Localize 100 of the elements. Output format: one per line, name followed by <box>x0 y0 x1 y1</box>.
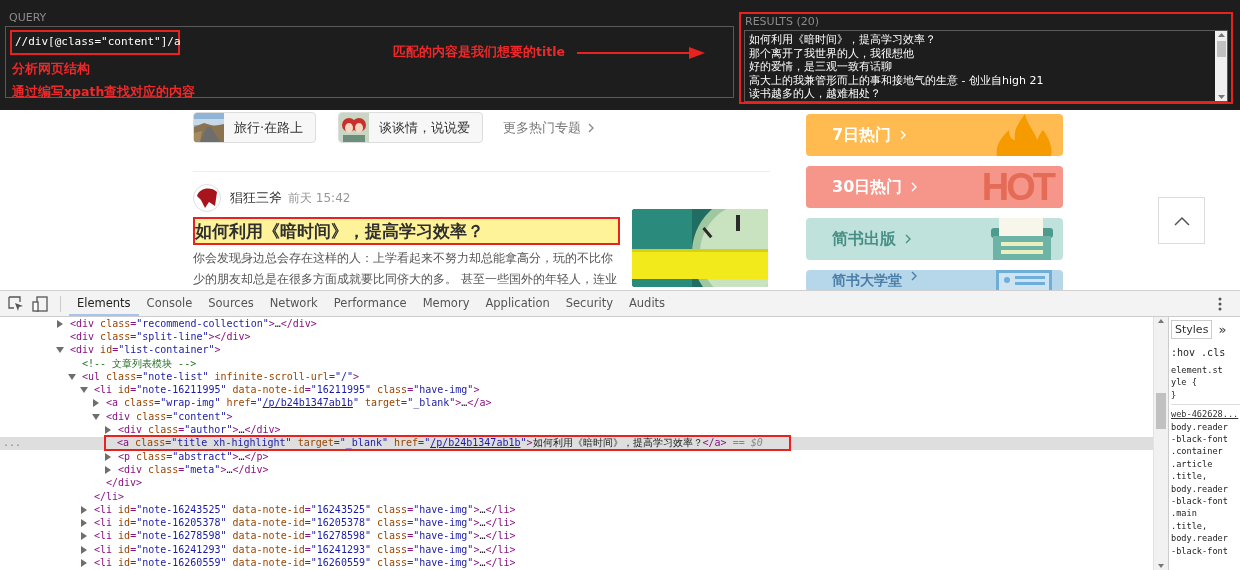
code-line: <div class="split-line"></div> <box>69 329 252 344</box>
dom-tree-row[interactable]: <p class="abstract">…</p> <box>0 449 1153 464</box>
code-line: <li id="note-16211995" data-note-id="16211995" class="have-img"> <box>93 383 481 398</box>
devtools-tab[interactable]: Security <box>557 291 621 316</box>
collapsed-triangle-icon[interactable] <box>80 532 88 541</box>
code-line: <a class="wrap-img" href="/p/b24b1347ab1b" target="_blank">…</a> <box>105 396 493 411</box>
collapsed-triangle-icon[interactable] <box>80 545 88 554</box>
css-selector-line: } <box>1171 388 1178 402</box>
query-label: QUERY <box>8 10 48 26</box>
author-name[interactable]: 猖狂三斧 <box>230 189 282 207</box>
css-selector-line: .article <box>1171 457 1214 471</box>
topic-button[interactable]: 旅行·在路上 <box>193 112 317 143</box>
code-line: <ul class="note-list" infinite-scroll-url="/"> <box>81 369 360 384</box>
scrollbar[interactable] <box>1215 31 1227 101</box>
devtools-tab[interactable]: Audits <box>620 291 674 316</box>
result-line: 如何利用《暗时间》，提高学习效率？ <box>749 33 937 47</box>
dom-tree-row[interactable]: <div class="split-line"></div> <box>0 330 1153 344</box>
scroll-up-icon[interactable] <box>1215 31 1227 39</box>
collapsed-triangle-icon[interactable] <box>104 465 112 474</box>
css-selector-line: -black-font <box>1171 544 1229 558</box>
dom-tree-row[interactable]: <div id="list-container"> <box>0 343 1153 357</box>
dom-tree-row[interactable]: <div class="author">…</div> <box>0 423 1153 437</box>
annotation-text: 通过编写xpath查找对应的内容 <box>11 84 196 101</box>
more-topics-link[interactable]: 更多热门专题 <box>503 118 597 137</box>
topic-button[interactable]: 谈谈情，说说爱 <box>338 112 484 143</box>
collapsed-triangle-icon[interactable] <box>56 319 64 328</box>
results-textarea[interactable]: 如何利用《暗时间》，提高学习效率？ 那个离开了我世界的人，我很想他 好的爱情，是三观一致有话聊 高大上的我兼管形而上的事和接地气的生意 - 创业自high 21 读书越多的人，越难相处？ <box>744 30 1228 102</box>
collapsed-triangle-icon[interactable] <box>80 559 88 567</box>
devtools-tab[interactable]: Performance <box>325 291 415 316</box>
typewriter-icon <box>991 218 1053 260</box>
avatar-icon[interactable] <box>193 184 221 212</box>
flame-icon <box>995 114 1053 156</box>
css-selector-line: yle { <box>1171 376 1198 389</box>
collapsed-triangle-icon[interactable] <box>104 426 112 434</box>
css-selector-line: .title, <box>1171 519 1209 533</box>
dom-tree-row[interactable]: </div> <box>0 476 1153 490</box>
code-line: <div class="recommend-collection">…</div> <box>69 317 318 331</box>
article-title[interactable]: 如何利用《暗时间》，提高学习效率？ <box>193 217 620 245</box>
result-line: 高大上的我兼管形而上的事和接地气的生意 - 创业自high 21 <box>749 73 1045 88</box>
chevron-up-icon <box>1173 215 1190 226</box>
arrow-icon <box>577 45 705 60</box>
collapsed-triangle-icon[interactable] <box>80 519 88 528</box>
css-selector-line: .title, <box>1171 470 1209 483</box>
scrollbar-thumb[interactable] <box>1216 41 1226 57</box>
dom-tree-row[interactable]: <div class="recommend-collection">…</div> <box>0 317 1153 331</box>
chevron-icon <box>903 233 913 245</box>
dom-tree-row[interactable]: <li id="note-16278598" data-note-id="16278598" class="have-img">…</li> <box>0 529 1153 544</box>
collapsed-triangle-icon[interactable] <box>80 505 88 514</box>
css-selector-line: .container <box>1171 445 1224 458</box>
expanded-triangle-icon[interactable] <box>56 346 64 355</box>
code-line: <p class="abstract">…</p> <box>117 449 270 464</box>
scrollbar[interactable] <box>1153 317 1168 570</box>
dom-tree-row[interactable]: <div class="content"> <box>0 410 1153 424</box>
chevron-icon <box>909 270 919 282</box>
scroll-down-icon[interactable] <box>1215 93 1227 101</box>
css-selector-line: element.st <box>1171 364 1224 377</box>
expanded-triangle-icon[interactable] <box>92 412 100 421</box>
dom-tree-row[interactable]: <div class="meta">…</div> <box>0 463 1153 477</box>
style-filter-toggle[interactable]: :hov <box>1171 347 1196 358</box>
stylesheet-link[interactable]: web-462628... <box>1171 408 1240 421</box>
code-line: </div> <box>105 476 144 491</box>
devtools-tab[interactable]: Application <box>477 291 558 316</box>
devtools-tab[interactable]: Network <box>261 291 326 316</box>
dom-tree-row[interactable]: <li id="note-16260559" data-note-id="16260559" class="have-img">…</li> <box>0 556 1153 570</box>
code-line: <li id="note-16278598" data-note-id="16278598" class="have-img">…</li> <box>93 529 517 544</box>
dom-tree-row[interactable]: <li id="note-16241293" data-note-id="16241293" class="have-img">…</li> <box>0 543 1153 557</box>
devtools-tab[interactable]: Console <box>138 291 201 316</box>
code-line: <div id="list-container"> <box>69 343 222 358</box>
styles-tab[interactable]: Styles <box>1171 320 1213 339</box>
device-icon[interactable] <box>32 295 48 312</box>
code-line: <div class="content"> <box>105 409 234 424</box>
css-selector-line: body.reader <box>1171 532 1229 545</box>
expanded-triangle-icon[interactable] <box>80 386 88 395</box>
css-selector-line: body.reader <box>1171 420 1229 434</box>
results-label: RESULTS (20) <box>744 14 821 30</box>
devtools-tab[interactable]: Sources <box>200 291 262 316</box>
devtools-tab[interactable]: Memory <box>414 291 478 316</box>
expanded-triangle-icon[interactable] <box>68 372 76 381</box>
more-tabs-button[interactable]: » <box>1218 322 1227 337</box>
scrollbar-thumb[interactable] <box>1156 393 1166 429</box>
code-line: <div class="author">…</div> <box>117 423 282 438</box>
more-menu-icon[interactable] <box>1218 296 1222 311</box>
screen-icon <box>995 270 1053 290</box>
annotation-text: 分析网页结构 <box>11 61 90 78</box>
dom-tree-row[interactable]: <li id="note-16243525" data-note-id="16243525" class="have-img">…</li> <box>0 503 1153 517</box>
collapsed-triangle-icon[interactable] <box>104 452 112 461</box>
dom-tree-row[interactable]: <ul class="note-list" infinite-scroll-url="/"> <box>0 370 1153 384</box>
css-selector-line: body.reader <box>1171 482 1229 496</box>
dom-tree-row[interactable]: <li id="note-16211995" data-note-id="16211995" class="have-img"> <box>0 383 1153 397</box>
dom-tree-row[interactable]: ... <a class="title xh-highlight" target="_blank" href="/p/b24b1347ab1b">如何利用《暗时间》，提高学习效率？</a> == $0 <box>0 436 1153 450</box>
inspect-icon[interactable] <box>8 295 24 312</box>
dom-tree-row[interactable]: <a class="wrap-img" href="/p/b24b1347ab1b" target="_blank">…</a> <box>0 396 1153 411</box>
dom-tree-row[interactable]: <li id="note-16205378" data-note-id="16205378" class="have-img">…</li> <box>0 516 1153 530</box>
scroll-down-icon[interactable] <box>1155 562 1167 570</box>
collapsed-triangle-icon[interactable] <box>92 399 100 408</box>
dom-tree-row[interactable]: <!-- 文章列表模块 --> <box>0 356 1153 371</box>
devtools-tab[interactable]: Elements <box>69 291 139 316</box>
dom-tree-row[interactable]: </li> <box>0 489 1153 504</box>
style-filter-toggle[interactable]: .cls <box>1201 347 1226 358</box>
css-selector-line: -black-font <box>1171 433 1229 446</box>
